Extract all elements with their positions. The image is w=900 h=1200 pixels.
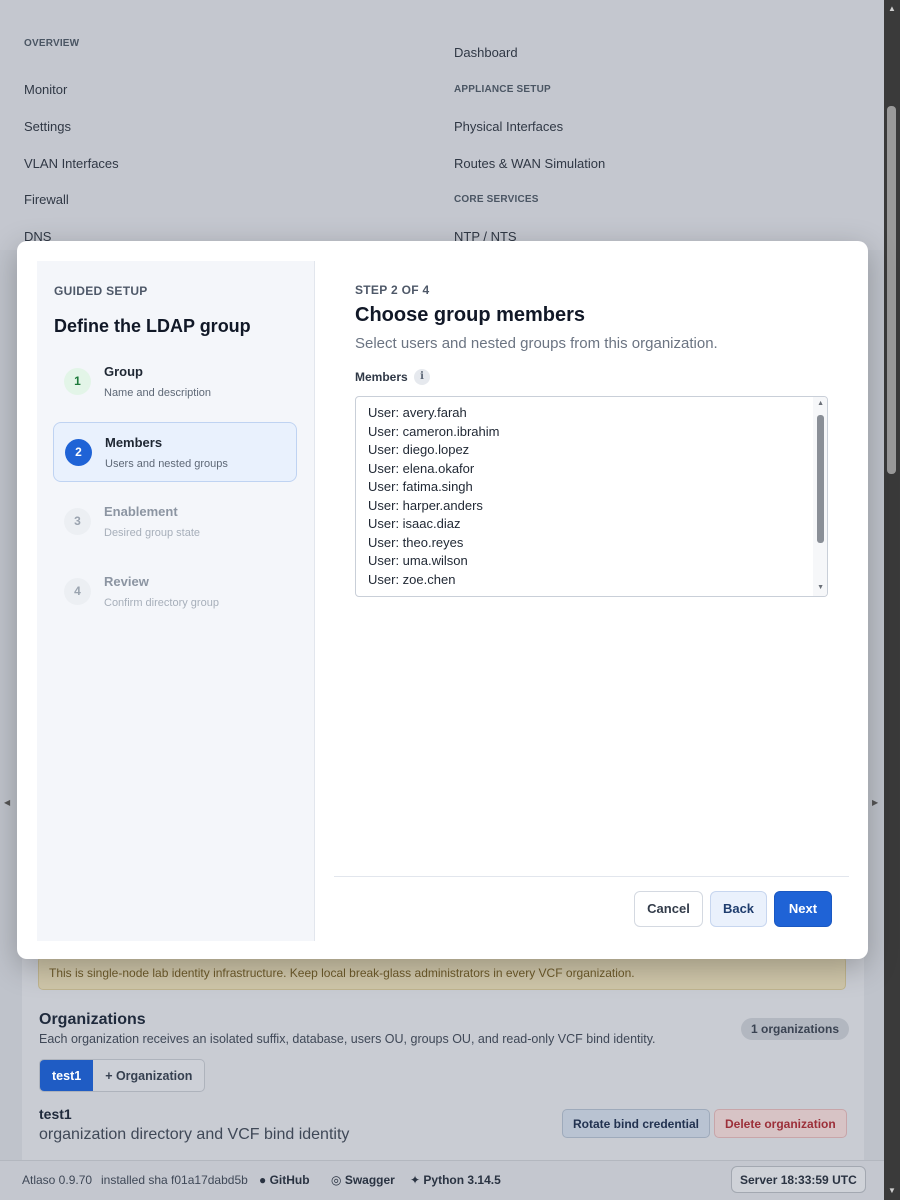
back-button[interactable]: Back [710, 891, 767, 927]
nav-item-vlan-interfaces[interactable]: VLAN Interfaces [24, 156, 119, 171]
page-scrollbar-thumb[interactable] [887, 106, 896, 474]
step-subtitle: Desired group state [104, 527, 200, 539]
member-option[interactable]: User: isaac.diaz [368, 516, 460, 531]
organizations-count-badge: 1 organizations [741, 1018, 850, 1040]
step-number: 3 [64, 508, 91, 535]
members-scrollbar-thumb[interactable] [817, 415, 824, 543]
member-option[interactable]: User: zoe.chen [368, 572, 455, 587]
nav-item-monitor[interactable]: Monitor [24, 82, 67, 97]
nav-item-settings[interactable]: Settings [24, 119, 71, 134]
nav-item-routes[interactable]: Routes & WAN Simulation [454, 156, 605, 171]
member-option[interactable]: User: avery.farah [368, 405, 467, 420]
step-subtitle: Users and nested groups [105, 458, 228, 470]
delete-organization-button[interactable]: Delete organization [714, 1109, 847, 1138]
tab-test1[interactable]: test1 [40, 1060, 94, 1091]
python-label: Python 3.14.5 [423, 1173, 501, 1187]
scroll-up-icon[interactable]: ▲ [888, 4, 896, 13]
step-title: Review [104, 574, 149, 589]
organizations-title: Organizations [39, 1011, 146, 1028]
member-option[interactable]: User: cameron.ibrahim [368, 424, 500, 439]
organization-tabs: test1 + Organization [39, 1059, 206, 1092]
organization-name: test1 [39, 1106, 72, 1122]
sha-label: installed sha f01a17dabd5b [101, 1173, 248, 1187]
github-label: GitHub [269, 1173, 310, 1187]
swagger-link[interactable]: ◎ Swagger [331, 1173, 395, 1187]
members-multiselect[interactable]: User: avery.farah User: cameron.ibrahim … [355, 396, 828, 597]
nav-item-physical-interfaces[interactable]: Physical Interfaces [454, 119, 563, 134]
member-option[interactable]: User: elena.okafor [368, 461, 474, 476]
guided-setup-label: GUIDED SETUP [54, 284, 148, 298]
wizard-step-group[interactable]: 1 Group Name and description [53, 352, 297, 412]
list-scroll-up-icon[interactable]: ▲ [817, 400, 824, 407]
warning-banner: This is single-node lab identity infrast… [38, 956, 846, 990]
wizard-step-enablement[interactable]: 3 Enablement Desired group state [53, 492, 297, 552]
member-option[interactable]: User: uma.wilson [368, 553, 468, 568]
rotate-bind-credential-button[interactable]: Rotate bind credential [562, 1109, 711, 1138]
navigation-panel: OVERVIEW Dashboard Monitor APPLIANCE SET… [0, 0, 884, 250]
next-button[interactable]: Next [774, 891, 832, 927]
step-number: 4 [64, 578, 91, 605]
cancel-button[interactable]: Cancel [634, 891, 703, 927]
github-link[interactable]: ● GitHub [259, 1173, 310, 1187]
member-option[interactable]: User: fatima.singh [368, 479, 473, 494]
github-icon: ● [259, 1173, 267, 1187]
python-icon: ✦ [410, 1173, 421, 1187]
member-option[interactable]: User: theo.reyes [368, 535, 463, 550]
member-option[interactable]: User: harper.anders [368, 498, 483, 513]
member-option[interactable]: User: diego.lopez [368, 442, 469, 457]
step-title: Enablement [104, 504, 178, 519]
step-indicator: STEP 2 OF 4 [355, 283, 430, 297]
nav-heading-appliance-setup: APPLIANCE SETUP [454, 84, 551, 95]
nav-heading-overview: OVERVIEW [24, 38, 80, 49]
step-number: 2 [65, 439, 92, 466]
nav-item-dashboard[interactable]: Dashboard [454, 45, 518, 60]
wizard-step-members[interactable]: 2 Members Users and nested groups [53, 422, 297, 482]
step-title: Group [104, 364, 143, 379]
wizard-step-review[interactable]: 4 Review Confirm directory group [53, 562, 297, 622]
members-label: Members [355, 370, 408, 384]
scroll-right-icon[interactable]: ▶ [872, 798, 878, 807]
wizard-title: Define the LDAP group [54, 316, 251, 336]
server-time-badge: Server 18:33:59 UTC [731, 1166, 866, 1193]
version-label: Atlaso 0.9.70 [22, 1173, 93, 1187]
guided-setup-modal: GUIDED SETUP Define the LDAP group 1 Gro… [17, 241, 868, 959]
wizard-sidebar: GUIDED SETUP Define the LDAP group 1 Gro… [37, 261, 315, 941]
python-version: ✦ Python 3.14.5 [410, 1173, 501, 1187]
step-subtitle: Name and description [104, 387, 212, 399]
scroll-left-icon[interactable]: ◀ [4, 798, 10, 807]
organizations-description: Each organization receives an isolated s… [39, 1032, 656, 1046]
step-number: 1 [64, 368, 91, 395]
nav-item-firewall[interactable]: Firewall [24, 192, 69, 207]
step-heading: Choose group members [355, 304, 586, 326]
add-organization-tab[interactable]: + Organization [93, 1060, 204, 1091]
info-icon[interactable]: i [414, 369, 430, 385]
list-scroll-down-icon[interactable]: ▼ [817, 584, 824, 591]
step-description: Select users and nested groups from this… [355, 335, 718, 352]
step-subtitle: Confirm directory group [104, 597, 219, 609]
scroll-down-icon[interactable]: ▼ [888, 1186, 896, 1195]
modal-divider [334, 876, 849, 877]
organization-subtitle: organization directory and VCF bind iden… [39, 1126, 350, 1143]
swagger-icon: ◎ [331, 1173, 342, 1187]
swagger-label: Swagger [344, 1173, 395, 1187]
step-title: Members [105, 435, 163, 450]
nav-heading-core-services: CORE SERVICES [454, 194, 539, 205]
